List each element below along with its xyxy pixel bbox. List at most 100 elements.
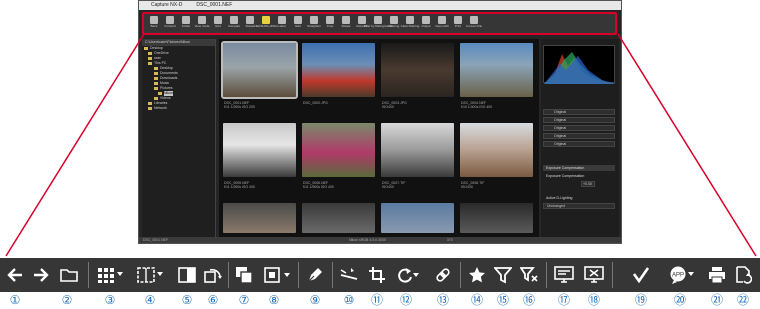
forward-button[interactable] [30, 258, 52, 292]
thumbnail[interactable] [302, 123, 375, 177]
mini-edit-button[interactable]: Edit [291, 15, 305, 32]
thumb-info: f/11 1/500s ISO 400 [303, 185, 334, 189]
focus-frame-icon [264, 267, 290, 283]
edit-row[interactable]: Original [543, 109, 615, 115]
crop-button[interactable] [366, 258, 388, 292]
separator [460, 262, 461, 288]
mini-forward-button[interactable]: Forward [163, 15, 177, 32]
print-button[interactable] [706, 258, 728, 292]
status-file: DSC_0001.NEF [143, 238, 169, 242]
pen-icon [308, 268, 322, 282]
open-with-app-button[interactable]: APP [668, 258, 696, 292]
rotate-button[interactable] [394, 258, 420, 292]
thumb-info: ISO400 [461, 185, 473, 189]
back-button[interactable] [4, 258, 26, 292]
thumbnail[interactable] [460, 203, 533, 233]
mini-label-button[interactable]: Label [275, 15, 289, 32]
callout-number: ㉒ [736, 293, 749, 307]
mini-open-with-button[interactable]: Open with [435, 15, 449, 32]
svg-text:APP: APP [672, 273, 684, 279]
convert-files-button[interactable] [732, 258, 754, 292]
monitor-icon [554, 266, 574, 283]
funnel-clear-icon [520, 267, 538, 282]
callout-number: ③ [104, 293, 116, 307]
thumbnail[interactable] [302, 43, 375, 97]
callout-number: ④ [144, 293, 156, 307]
callout-number: ⑲ [634, 293, 647, 307]
mini-clear-filter-button[interactable]: Clear Filtering [401, 15, 419, 32]
thumbnail[interactable] [381, 123, 454, 177]
active-d-lighting-select[interactable]: Unchanged [543, 203, 615, 209]
overlay-button[interactable] [233, 258, 255, 292]
open-folder-button[interactable] [58, 258, 80, 292]
thumb-info: f/11 1/250s ISO 200 [224, 105, 255, 109]
thumbnail[interactable] [302, 203, 375, 233]
callout-number: ㉑ [710, 293, 723, 307]
rotate-view-button[interactable] [202, 258, 224, 292]
clear-filter-button[interactable] [518, 258, 540, 292]
separator [612, 262, 613, 288]
exposure-label: Exposure Compensation [546, 174, 585, 178]
monitor-close-icon [584, 266, 604, 283]
edit-row[interactable]: Original [543, 117, 615, 123]
thumb-info: ISO400 [382, 105, 394, 109]
filter-button[interactable] [492, 258, 514, 292]
separator [88, 262, 89, 288]
callout-number: ⑨ [309, 293, 321, 307]
thumbnail[interactable] [221, 41, 298, 99]
mini-back-button[interactable]: Back [147, 15, 161, 32]
checkmark-button[interactable] [630, 258, 652, 292]
retouch-button[interactable] [432, 258, 454, 292]
rating-filter-button[interactable] [466, 258, 488, 292]
thumbnail[interactable] [381, 203, 454, 233]
compare-button[interactable] [176, 258, 198, 292]
mini-convert-button[interactable]: Convert File [466, 15, 482, 32]
edit-row[interactable]: Original [543, 125, 615, 131]
convert-file-icon [736, 266, 752, 284]
mini-crop-button[interactable]: Crop [323, 15, 337, 32]
view-mode-button[interactable] [96, 258, 124, 292]
mini-filter-rating-button[interactable]: Filter by Rating/Label [364, 15, 392, 32]
mini-rotate2-button[interactable]: Rotate [339, 15, 353, 32]
edit-row[interactable]: Original [543, 133, 615, 139]
callout-number: ⑦ [238, 293, 250, 307]
path-bar[interactable]: C:\Users\user\Pictures\Nikon [142, 39, 215, 46]
mini-output-button[interactable]: Output [419, 15, 433, 32]
thumbnail[interactable] [223, 203, 296, 233]
separator [298, 262, 299, 288]
callout-number: ⑳ [673, 293, 686, 307]
crop-icon [369, 267, 385, 283]
mini-nef-jpeg-button[interactable]: NEF/RAW+JPEG [254, 15, 278, 32]
mini-filtering-button[interactable]: Filtering [387, 15, 401, 32]
status-colorspace: Nikon sRGB 4.0.0.3000 [349, 238, 386, 242]
separator [332, 262, 333, 288]
thumbnail-grid: DSC_0001.NEF f/11 1/250s ISO 200 DSC_0002… [219, 39, 539, 237]
mini-print-button[interactable]: Print [451, 15, 465, 32]
monitor-off-button[interactable] [582, 258, 606, 292]
thumbnail[interactable] [223, 123, 296, 177]
funnel-icon [494, 267, 512, 284]
tree-item[interactable]: Network [142, 106, 215, 111]
monitor-button[interactable] [552, 258, 576, 292]
printer-icon [709, 267, 725, 284]
layout-button[interactable] [136, 258, 164, 292]
thumbnail[interactable] [460, 43, 533, 97]
thumbnail[interactable] [460, 123, 533, 177]
thumb-info: f/11 1/250s ISO 400 [224, 185, 255, 189]
mini-folder-button[interactable]: Folder [179, 15, 193, 32]
exposure-section-header[interactable]: Exposure Compensation [543, 165, 615, 171]
status-zoom: 370 [446, 238, 453, 242]
rotate-frame-icon [204, 268, 222, 283]
mini-compare-button[interactable]: Compare [227, 15, 241, 32]
edit-row[interactable]: Original [543, 141, 615, 147]
mini-straighten-button[interactable]: Straighten [307, 15, 321, 32]
exposure-value-field[interactable]: +0.00 [581, 181, 595, 187]
straighten-button[interactable] [338, 258, 360, 292]
thumbnail[interactable] [381, 43, 454, 97]
mini-grid-button[interactable]: Grid [211, 15, 225, 32]
callout-number: ⑥ [207, 293, 219, 307]
mini-view-mode-button[interactable]: View mode [195, 15, 209, 32]
edit-button[interactable] [304, 258, 326, 292]
bandage-icon [436, 268, 450, 282]
focus-point-button[interactable] [262, 258, 292, 292]
